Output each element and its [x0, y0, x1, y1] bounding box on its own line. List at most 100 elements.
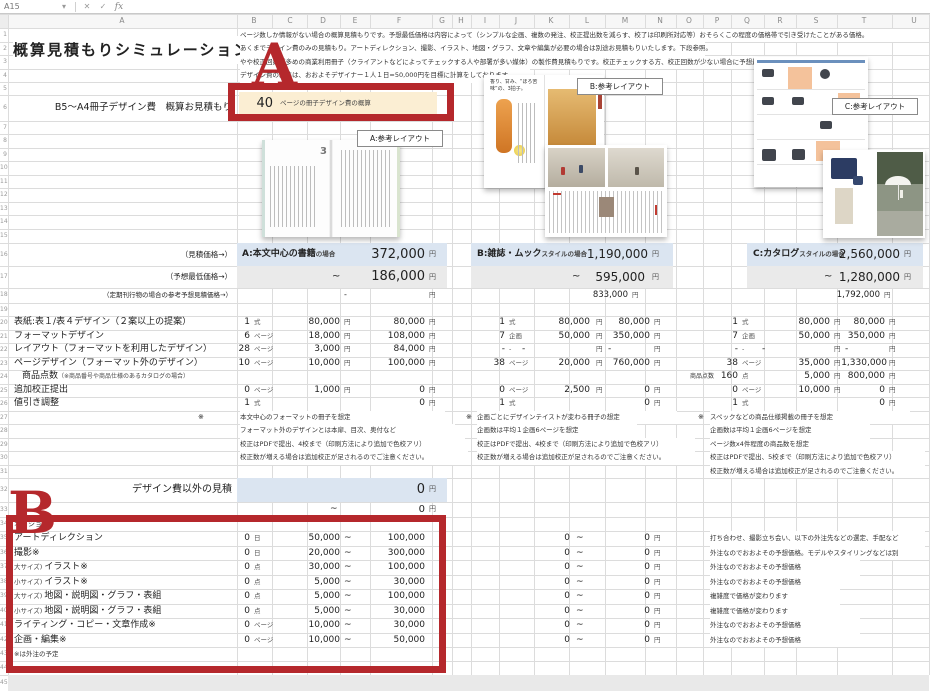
row-header-29[interactable]: 29: [0, 438, 7, 452]
row-header-8[interactable]: 8: [0, 134, 7, 148]
cell[interactable]: 0: [205, 384, 250, 398]
cell[interactable]: 84,000: [356, 343, 425, 357]
cell[interactable]: 0: [467, 384, 505, 398]
cell[interactable]: -: [700, 343, 738, 357]
cell[interactable]: 円: [654, 330, 664, 344]
column-header-E[interactable]: E: [345, 14, 365, 28]
cell[interactable]: -: [762, 343, 772, 357]
column-header-M[interactable]: M: [615, 14, 635, 28]
cell[interactable]: 0: [612, 531, 650, 546]
column-header-J[interactable]: J: [506, 14, 526, 28]
cell[interactable]: 円: [652, 266, 668, 288]
cell[interactable]: 50,000: [520, 330, 590, 344]
cell[interactable]: 円: [889, 330, 899, 344]
cell[interactable]: 式: [254, 397, 294, 411]
row-header-31[interactable]: 31: [0, 465, 7, 479]
row-header-9[interactable]: 9: [0, 148, 7, 162]
cell[interactable]: 1,000: [270, 384, 340, 398]
note-b-2[interactable]: 企画数は平均１企画6ページを想定: [477, 424, 637, 438]
ref-label-c[interactable]: C:参考レイアウト: [832, 98, 918, 115]
cell[interactable]: 0: [532, 604, 570, 619]
cell[interactable]: 0: [356, 384, 425, 398]
cell[interactable]: 円: [596, 343, 606, 357]
cell[interactable]: 0: [700, 384, 738, 398]
row-label-discount[interactable]: 値引き調整: [14, 397, 164, 411]
cell[interactable]: 350,000: [608, 330, 650, 344]
cell[interactable]: 0: [356, 397, 425, 411]
cell[interactable]: -: [344, 288, 356, 303]
cell[interactable]: 円: [596, 384, 606, 398]
row-header-3[interactable]: 3: [0, 55, 7, 69]
cell[interactable]: 0: [612, 560, 650, 575]
row-label-item-count[interactable]: 商品点数（※商品番号や商品仕様のあるカタログの場合）: [22, 370, 242, 384]
cell[interactable]: 0: [532, 531, 570, 546]
cell[interactable]: 円: [889, 316, 899, 330]
cell[interactable]: 80,000: [356, 316, 425, 330]
row-header-45[interactable]: 45: [0, 675, 7, 690]
column-header-I[interactable]: I: [475, 14, 495, 28]
cell[interactable]: 108,000: [356, 330, 425, 344]
cell[interactable]: 160: [700, 370, 738, 384]
row-header-12[interactable]: 12: [0, 188, 7, 202]
minimum-price-label[interactable]: （予想最低価格→）: [8, 266, 232, 288]
cell[interactable]: 800,000: [843, 370, 885, 384]
cell[interactable]: 円: [889, 384, 899, 398]
estimate-price-label[interactable]: （見積価格→）: [8, 243, 232, 267]
cell[interactable]: ~: [576, 560, 588, 575]
note-c-3[interactable]: ページ数x4件程度の商品数を想定: [710, 438, 870, 452]
cell[interactable]: ~: [576, 531, 588, 546]
row-header-21[interactable]: 21: [0, 330, 7, 344]
cell[interactable]: 2,500: [520, 384, 590, 398]
row-header-24[interactable]: 24: [0, 370, 7, 384]
cell[interactable]: 1: [467, 316, 505, 330]
column-header-N[interactable]: N: [650, 14, 670, 28]
row-header-1[interactable]: 1: [0, 28, 7, 42]
column-header-Q[interactable]: Q: [737, 14, 757, 28]
cell[interactable]: 円: [904, 266, 920, 288]
row-header-16[interactable]: 16: [0, 243, 7, 267]
row-label-layout[interactable]: レイアウト（フォーマットを利用したデザイン）: [14, 343, 234, 357]
cell[interactable]: 円: [834, 343, 844, 357]
cell[interactable]: -: [608, 343, 618, 357]
column-header-P[interactable]: P: [707, 14, 727, 28]
row-header-19[interactable]: 19: [0, 303, 7, 317]
cell[interactable]: 円: [654, 604, 666, 619]
non-design-estimate-value[interactable]: 0: [380, 478, 425, 502]
periodical-price-label[interactable]: （定期刊行物の場合の参考予想見積価格→）: [8, 288, 232, 303]
cell[interactable]: 0: [612, 546, 650, 561]
estimate-c-price[interactable]: 2,560,000: [788, 243, 900, 267]
cell[interactable]: 円: [429, 478, 445, 502]
row-header-5[interactable]: 5: [0, 82, 7, 95]
row-header-14[interactable]: 14: [0, 215, 7, 229]
cell[interactable]: 円: [654, 357, 664, 371]
cell[interactable]: 10,000: [760, 384, 830, 398]
row-header-7[interactable]: 7: [0, 121, 7, 134]
cell[interactable]: 1: [205, 397, 250, 411]
note-b-3[interactable]: 校正はPDFで提出、4校まで（印刷方法により追加で色校アリ）: [477, 438, 695, 452]
cell[interactable]: 0: [608, 397, 650, 411]
estimate-b-min-price[interactable]: 595,000: [536, 266, 645, 288]
option-note-3[interactable]: 外注なのでおおよその予想価格: [710, 560, 860, 575]
header-note-1[interactable]: ページ数しか情報がない場合の概算見積もりです。予想最低価格は内容によって（シンプ…: [240, 29, 908, 43]
cell[interactable]: 1,330,000: [839, 357, 887, 371]
cell[interactable]: 円: [889, 357, 899, 371]
cell[interactable]: 0: [532, 618, 570, 633]
row-header-4[interactable]: 4: [0, 69, 7, 83]
row-header-22[interactable]: 22: [0, 343, 7, 357]
name-box[interactable]: A15: [0, 2, 56, 11]
cell[interactable]: ※: [198, 411, 210, 425]
row-header-25[interactable]: 25: [0, 384, 7, 398]
cell[interactable]: ~: [576, 575, 588, 590]
cell[interactable]: 50,000: [760, 330, 830, 344]
cell[interactable]: 0: [532, 589, 570, 604]
cell[interactable]: 円: [596, 330, 606, 344]
estimate-c-min-price[interactable]: 1,280,000: [788, 266, 900, 288]
cell[interactable]: 38: [467, 357, 505, 371]
cell[interactable]: 760,000: [608, 357, 650, 371]
option-note-5[interactable]: 複雑度で価格が変わります: [710, 589, 840, 604]
cell[interactable]: 円: [654, 316, 664, 330]
column-header-D[interactable]: D: [313, 14, 333, 28]
cell[interactable]: 円: [889, 397, 899, 411]
cell[interactable]: 5,000: [760, 370, 830, 384]
cell[interactable]: 円: [429, 384, 439, 398]
